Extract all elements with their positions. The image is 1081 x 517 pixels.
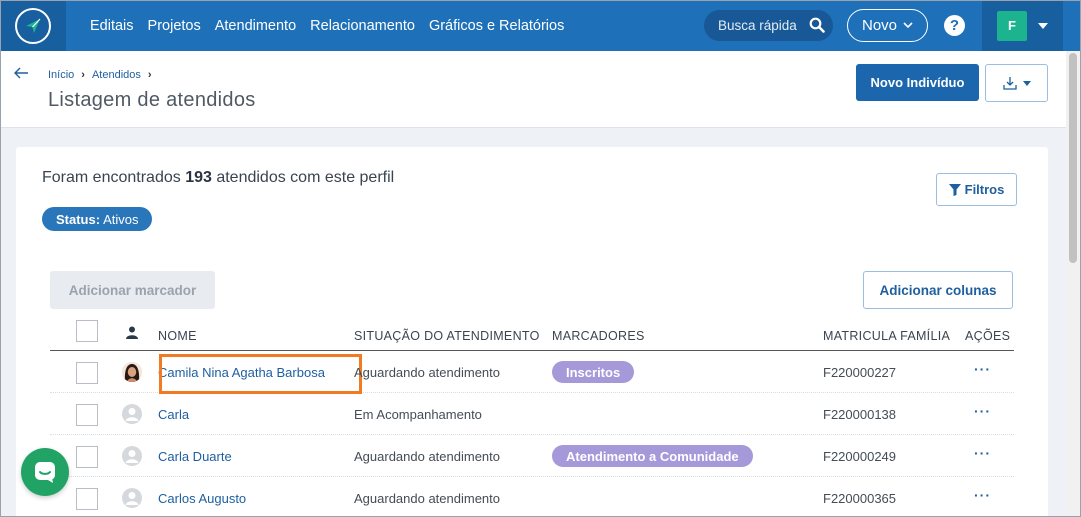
- row-name-link[interactable]: Carla: [158, 407, 189, 422]
- row-matricula: F220000227: [823, 365, 897, 380]
- nav-projetos[interactable]: Projetos: [148, 18, 201, 34]
- scrollbar-thumb[interactable]: [1069, 53, 1077, 263]
- novo-label: Novo: [861, 17, 898, 34]
- novo-individuo-button[interactable]: Novo Indivíduo: [856, 64, 979, 101]
- page-header: Início › Atendidos › Listagem de atendid…: [0, 51, 1066, 128]
- person-icon: [126, 326, 138, 344]
- logo-icon: [15, 7, 51, 44]
- attendees-table: NOME SITUAÇÃO DO ATENDIMENTO MARCADORES …: [50, 317, 1014, 517]
- chevron-down-icon: [903, 22, 913, 29]
- breadcrumb-inicio[interactable]: Início: [48, 69, 74, 81]
- breadcrumb-separator: ›: [147, 69, 152, 81]
- novo-dropdown-button[interactable]: Novo: [847, 9, 928, 42]
- row-name-link[interactable]: Carla Duarte: [158, 449, 232, 464]
- results-count: 193: [185, 169, 212, 186]
- row-checkbox[interactable]: [76, 446, 98, 468]
- row-checkbox[interactable]: [76, 488, 98, 510]
- row-name-link[interactable]: Carlos Augusto: [158, 491, 246, 506]
- breadcrumb-atendidos[interactable]: Atendidos: [92, 69, 141, 81]
- table-row: Camila Nina Agatha Barbosa Aguardando at…: [50, 351, 1014, 394]
- chat-icon: [35, 462, 55, 483]
- row-status: Aguardando atendimento: [354, 365, 501, 380]
- status-filter-value: Ativos: [103, 211, 139, 227]
- row-checkbox[interactable]: [76, 404, 98, 426]
- default-avatar-icon: [122, 404, 142, 424]
- download-icon: [1002, 77, 1017, 90]
- top-navbar: Editais Projetos Atendimento Relacioname…: [0, 0, 1081, 51]
- row-actions-menu[interactable]: ···: [974, 403, 991, 419]
- user-menu[interactable]: F: [982, 0, 1063, 51]
- table-row: Carla Duarte Aguardando atendimento Aten…: [50, 435, 1014, 477]
- export-dropdown-button[interactable]: [985, 64, 1048, 102]
- search-icon[interactable]: [809, 17, 825, 38]
- table-row: Carla Em Acompanhamento F220000138 ···: [50, 393, 1014, 435]
- page-title: Listagem de atendidos: [48, 89, 256, 111]
- table-row: Carlos Augusto Aguardando atendimento F2…: [50, 477, 1014, 517]
- chat-support-button[interactable]: [21, 448, 69, 496]
- filter-icon: [948, 183, 961, 196]
- breadcrumb-separator: ›: [81, 69, 85, 81]
- app-logo[interactable]: [0, 0, 66, 51]
- breadcrumb: Início › Atendidos ›: [48, 69, 159, 81]
- results-card: Foram encontrados 193 atendidos com este…: [16, 147, 1048, 517]
- default-avatar-icon: [122, 488, 142, 508]
- row-checkbox[interactable]: [76, 362, 98, 384]
- row-matricula: F220000138: [823, 407, 897, 422]
- nav-atendimento[interactable]: Atendimento: [215, 18, 296, 34]
- marker-tag[interactable]: Atendimento a Comunidade: [552, 445, 753, 467]
- caret-down-icon: [1038, 22, 1048, 29]
- user-avatar: F: [997, 10, 1027, 41]
- summary-suffix: atendidos com este perfil: [211, 169, 395, 186]
- row-actions-menu[interactable]: ···: [974, 445, 991, 461]
- nav-editais[interactable]: Editais: [90, 18, 134, 34]
- results-summary: Foram encontrados 193 atendidos com este…: [42, 169, 394, 187]
- nav-graficos-relatorios[interactable]: Gráficos e Relatórios: [429, 18, 564, 34]
- col-header-nome[interactable]: NOME: [158, 329, 197, 343]
- add-marker-button[interactable]: Adicionar marcador: [50, 271, 215, 309]
- row-status: Em Acompanhamento: [354, 407, 482, 422]
- filtros-label: Filtros: [964, 182, 1005, 197]
- row-matricula: F220000365: [823, 491, 897, 506]
- marker-tag[interactable]: Inscritos: [552, 361, 635, 383]
- col-header-situacao[interactable]: SITUAÇÃO DO ATENDIMENTO: [354, 329, 540, 343]
- status-filter-badge[interactable]: Status: Ativos: [42, 207, 153, 231]
- back-arrow-icon[interactable]: [14, 66, 29, 84]
- quick-search-label: Busca rápida: [718, 18, 797, 33]
- avatar-photo: [122, 362, 142, 382]
- add-columns-button[interactable]: Adicionar colunas: [863, 271, 1013, 309]
- summary-prefix: Foram encontrados: [42, 169, 186, 186]
- row-matricula: F220000249: [823, 449, 897, 464]
- highlight-box: [159, 354, 362, 394]
- col-header-marcadores[interactable]: MARCADORES: [552, 329, 645, 343]
- caret-down-icon: [1022, 80, 1031, 86]
- default-avatar-icon: [122, 446, 142, 466]
- table-header: NOME SITUAÇÃO DO ATENDIMENTO MARCADORES …: [50, 317, 1014, 351]
- row-actions-menu[interactable]: ···: [974, 487, 991, 503]
- quick-search[interactable]: Busca rápida: [704, 10, 833, 41]
- col-header-acoes: AÇÕES: [965, 329, 1011, 343]
- page-scrollbar[interactable]: [1066, 51, 1081, 517]
- row-actions-menu[interactable]: ···: [974, 361, 991, 377]
- help-icon[interactable]: ?: [944, 15, 965, 36]
- status-filter-label: Status:: [56, 211, 101, 227]
- nav-relacionamento[interactable]: Relacionamento: [310, 18, 415, 34]
- col-header-matricula[interactable]: MATRICULA FAMÍLIA: [823, 329, 950, 343]
- filtros-button[interactable]: Filtros: [936, 173, 1017, 206]
- row-status: Aguardando atendimento: [354, 449, 501, 464]
- main-nav: Editais Projetos Atendimento Relacioname…: [90, 18, 578, 34]
- select-all-checkbox[interactable]: [76, 320, 98, 342]
- row-status: Aguardando atendimento: [354, 491, 501, 506]
